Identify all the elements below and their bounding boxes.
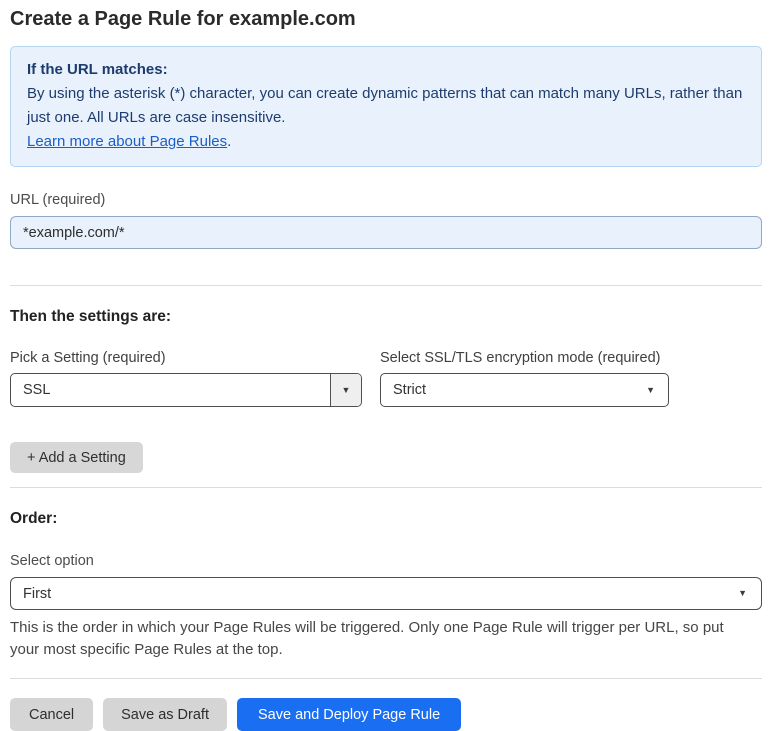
info-heading: If the URL matches: — [27, 61, 168, 78]
footer-actions: Cancel Save as Draft Save and Deploy Pag… — [10, 698, 762, 731]
setting-picker-select[interactable]: SSL ▼ — [10, 373, 362, 407]
order-select-value: First — [23, 585, 52, 602]
ssl-mode-value: Strict — [393, 382, 427, 398]
save-as-draft-button[interactable]: Save as Draft — [103, 698, 227, 731]
info-body-text: By using the asterisk (*) character, you… — [27, 85, 743, 126]
url-field-label: URL (required) — [10, 192, 106, 208]
settings-row: Pick a Setting (required) SSL ▼ Select S… — [10, 350, 762, 407]
url-match-info-callout: If the URL matches: By using the asteris… — [10, 46, 762, 167]
divider — [10, 678, 762, 679]
chevron-down-icon: ▼ — [738, 588, 747, 598]
divider — [10, 285, 762, 286]
ssl-mode-select[interactable]: Strict ▼ — [380, 373, 669, 407]
order-select-label: Select option — [10, 553, 94, 569]
setting-picker-arrow-segment[interactable]: ▼ — [330, 374, 361, 406]
setting-picker-column: Pick a Setting (required) SSL ▼ — [10, 350, 362, 407]
cancel-button[interactable]: Cancel — [10, 698, 94, 731]
url-input[interactable]: *example.com/* — [10, 216, 762, 249]
learn-more-link[interactable]: Learn more about Page Rules — [27, 133, 227, 150]
divider — [10, 487, 762, 488]
link-suffix: . — [227, 133, 232, 150]
chevron-down-icon: ▼ — [646, 384, 655, 395]
info-link-line: Learn more about Page Rules. — [27, 130, 745, 154]
settings-section-heading: Then the settings are: — [10, 308, 172, 325]
save-and-deploy-button[interactable]: Save and Deploy Page Rule — [236, 698, 462, 731]
create-page-rule-form: Create a Page Rule for example.com If th… — [0, 0, 772, 731]
ssl-mode-arrow: ▼ — [638, 374, 668, 406]
ssl-mode-column: Select SSL/TLS encryption mode (required… — [380, 350, 669, 407]
order-select[interactable]: First ▼ — [10, 577, 762, 610]
page-title: Create a Page Rule for example.com — [10, 8, 356, 30]
chevron-down-icon: ▼ — [341, 384, 351, 395]
ssl-mode-label: Select SSL/TLS encryption mode (required… — [380, 350, 661, 366]
setting-picker-value: SSL — [23, 382, 51, 398]
add-setting-button[interactable]: + Add a Setting — [10, 442, 143, 473]
order-section-heading: Order: — [10, 510, 58, 527]
order-help-text: This is the order in which your Page Rul… — [10, 619, 724, 658]
setting-picker-label: Pick a Setting (required) — [10, 350, 166, 366]
